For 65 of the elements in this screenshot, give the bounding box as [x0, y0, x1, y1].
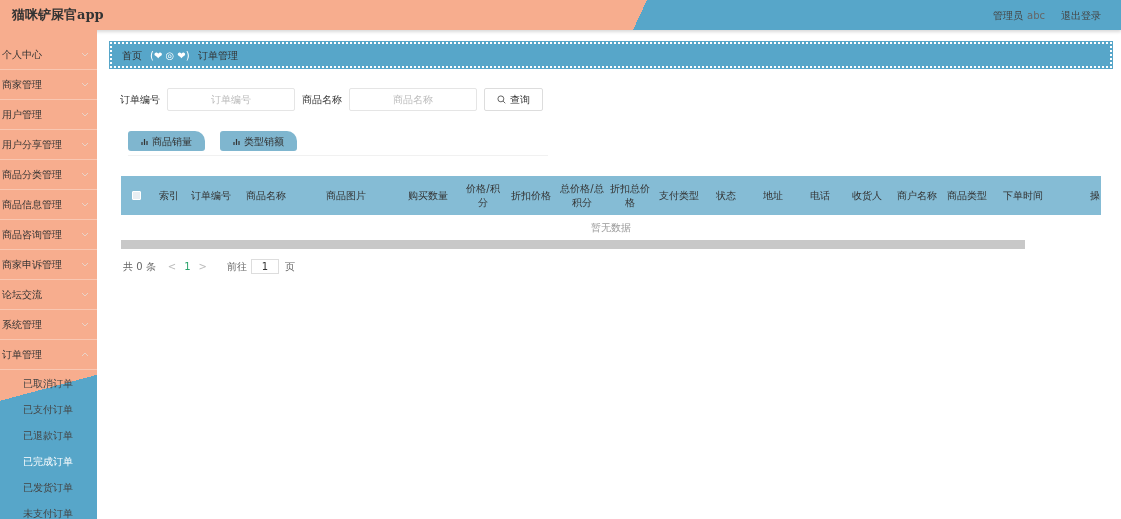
user-name: abc	[1027, 8, 1045, 23]
chevron-icon	[81, 172, 89, 177]
column-header: 支付类型	[659, 189, 699, 201]
column-header: 电话	[810, 189, 830, 201]
column-header: 收货人	[852, 189, 882, 201]
column-header: 价格/积分	[466, 182, 500, 208]
column-header: 商户名称	[897, 189, 937, 201]
breadcrumb-current: 订单管理	[197, 48, 238, 63]
page-input[interactable]: 1	[250, 259, 279, 274]
logout-link[interactable]: 退出登录	[1061, 7, 1101, 23]
column-header: 订单编号	[191, 189, 231, 201]
column-header: 折扣总价格	[610, 182, 650, 208]
chevron-icon	[81, 292, 89, 297]
total-count: 共 0 条	[123, 260, 156, 274]
chevron-icon	[81, 202, 89, 207]
sidebar-item[interactable]: 用户管理	[0, 100, 97, 130]
submenu-item[interactable]: 未支付订单	[0, 500, 97, 519]
column-header: 状态	[716, 189, 736, 201]
submenu-item[interactable]: 已支付订单	[0, 396, 97, 422]
chevron-icon	[81, 352, 89, 357]
column-header: 总价格/总积分	[560, 182, 604, 208]
sidebar-item[interactable]: 商家管理	[0, 70, 97, 100]
breadcrumb-separator: (❤ ◎ ❤)	[150, 48, 190, 63]
chevron-icon	[81, 142, 89, 147]
chevron-icon	[81, 232, 89, 237]
breadcrumb-home[interactable]: 首页	[122, 47, 142, 63]
chevron-icon	[81, 82, 89, 87]
column-header: 下单时间	[1003, 189, 1043, 201]
sidebar-item[interactable]: 商品咨询管理	[0, 220, 97, 250]
submenu-item[interactable]: 已退款订单	[0, 422, 97, 448]
sidebar-item[interactable]: 系统管理	[0, 310, 97, 340]
column-header: 购买数量	[408, 189, 448, 201]
field-label: 订单编号	[120, 93, 160, 107]
chevron-icon	[81, 112, 89, 117]
app-title: 猫咪铲屎官app	[12, 6, 104, 25]
bar-chart-icon	[141, 137, 148, 145]
sidebar-item[interactable]: 订单管理	[0, 340, 97, 370]
column-header: 地址	[763, 189, 783, 201]
sidebar-item[interactable]: 商家申诉管理	[0, 250, 97, 280]
sidebar-item[interactable]: 商品信息管理	[0, 190, 97, 220]
chart-button[interactable]: 类型销额	[220, 131, 297, 151]
role-label: 管理员	[993, 8, 1023, 23]
sidebar-item[interactable]: 个人中心	[0, 40, 97, 70]
sidebar-item[interactable]: 用户分享管理	[0, 130, 97, 160]
field-label: 商品名称	[302, 93, 342, 107]
chart-button[interactable]: 商品销量	[128, 131, 205, 151]
column-header: 索引	[159, 189, 179, 201]
search-button[interactable]: 查询	[484, 88, 543, 111]
column-header: 商品图片	[326, 189, 366, 201]
submenu-item[interactable]: 已发货订单	[0, 474, 97, 500]
sidebar-item[interactable]: 商品分类管理	[0, 160, 97, 190]
chevron-icon	[81, 322, 89, 327]
page-unit: 页	[284, 260, 295, 274]
chevron-icon	[81, 52, 89, 57]
sidebar-item[interactable]: 论坛交流	[0, 280, 97, 310]
select-all-checkbox[interactable]	[131, 191, 141, 200]
goto-label: 前往	[226, 260, 247, 274]
column-header: 折扣价格	[511, 189, 551, 201]
chevron-icon	[81, 262, 89, 267]
column-header: 商品类型	[947, 189, 987, 201]
column-header: 商品名称	[246, 189, 286, 201]
search-icon	[497, 95, 506, 104]
bar-chart-icon	[233, 137, 240, 145]
column-header: 操	[1090, 189, 1100, 201]
empty-text: 暂无数据	[591, 221, 631, 235]
